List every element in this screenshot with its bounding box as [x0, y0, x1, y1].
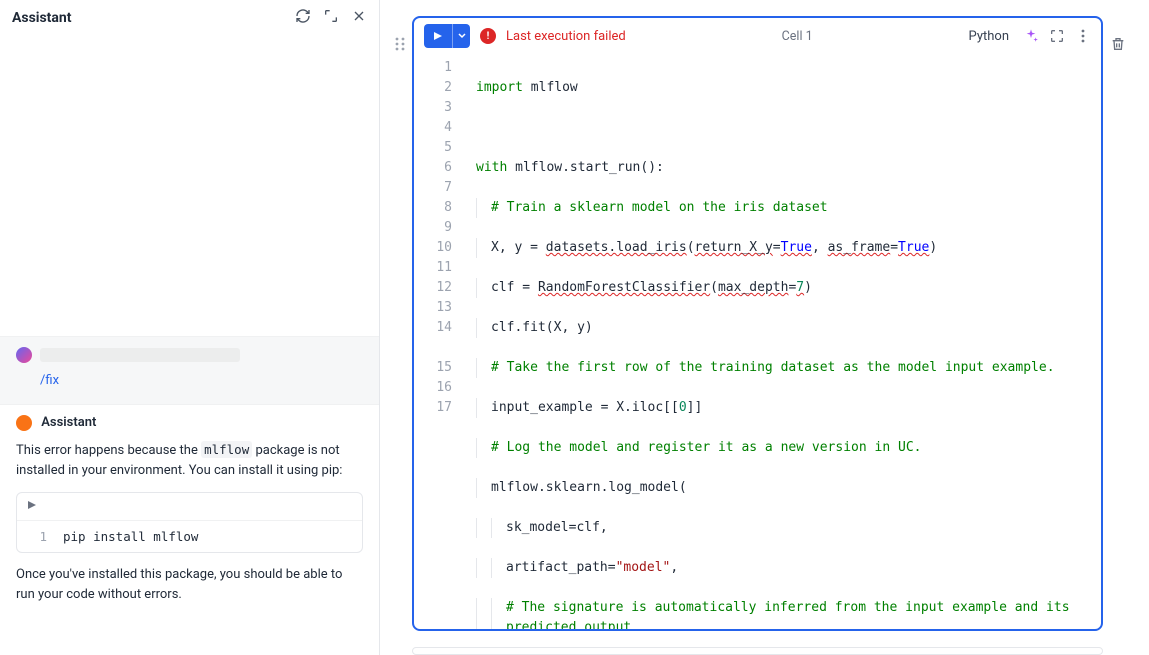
refresh-icon[interactable]: [295, 8, 311, 28]
code-editor[interactable]: 1234567891011121314151617 import mlflow …: [414, 54, 1101, 631]
assistant-label: Assistant: [41, 415, 96, 430]
snippet-code: pip install mlflow: [57, 521, 198, 552]
cell-toolbar: ! Last execution failed Cell 1 Python: [414, 18, 1101, 54]
line-gutter: 1234567891011121314151617: [414, 54, 460, 631]
run-menu-button[interactable]: [452, 24, 470, 48]
run-button[interactable]: [424, 24, 452, 48]
language-label[interactable]: Python: [969, 29, 1009, 44]
assistant-code-block: 1 pip install mlflow: [16, 492, 363, 553]
code-content[interactable]: import mlflow with mlflow.start_run(): #…: [460, 54, 1101, 631]
execution-status: Last execution failed: [506, 29, 626, 44]
expand-icon[interactable]: [323, 8, 339, 28]
notebook-area: ! Last execution failed Cell 1 Python 12…: [380, 0, 1149, 655]
user-avatar: [16, 347, 32, 363]
code-cell: ! Last execution failed Cell 1 Python 12…: [412, 16, 1103, 631]
assistant-text-1: This error happens because the mlflow pa…: [16, 441, 363, 480]
assistant-avatar: [16, 415, 32, 431]
snippet-gutter: 1: [17, 521, 57, 552]
assistant-title: Assistant: [12, 10, 295, 26]
close-icon[interactable]: [351, 8, 367, 28]
fullscreen-icon[interactable]: [1049, 28, 1065, 44]
cell-label: Cell 1: [782, 29, 813, 44]
delete-cell-icon[interactable]: [1110, 36, 1126, 655]
assistant-panel: Assistant /fix Assistant This error happ…: [0, 0, 380, 655]
assistant-text-2: Once you've installed this package, you …: [16, 565, 363, 604]
run-snippet-button[interactable]: [17, 493, 362, 521]
fix-command: /fix: [40, 373, 363, 388]
user-message: /fix: [0, 336, 379, 405]
more-menu-icon[interactable]: [1075, 28, 1091, 44]
user-name-redacted: [40, 348, 240, 362]
next-cell-placeholder[interactable]: [412, 647, 1103, 655]
assistant-header: Assistant: [0, 0, 379, 36]
assistant-message: Assistant This error happens because the…: [0, 405, 379, 616]
assistant-sparkle-icon[interactable]: [1023, 28, 1039, 44]
drag-handle-icon[interactable]: [394, 36, 406, 655]
error-badge-icon: !: [480, 28, 496, 44]
